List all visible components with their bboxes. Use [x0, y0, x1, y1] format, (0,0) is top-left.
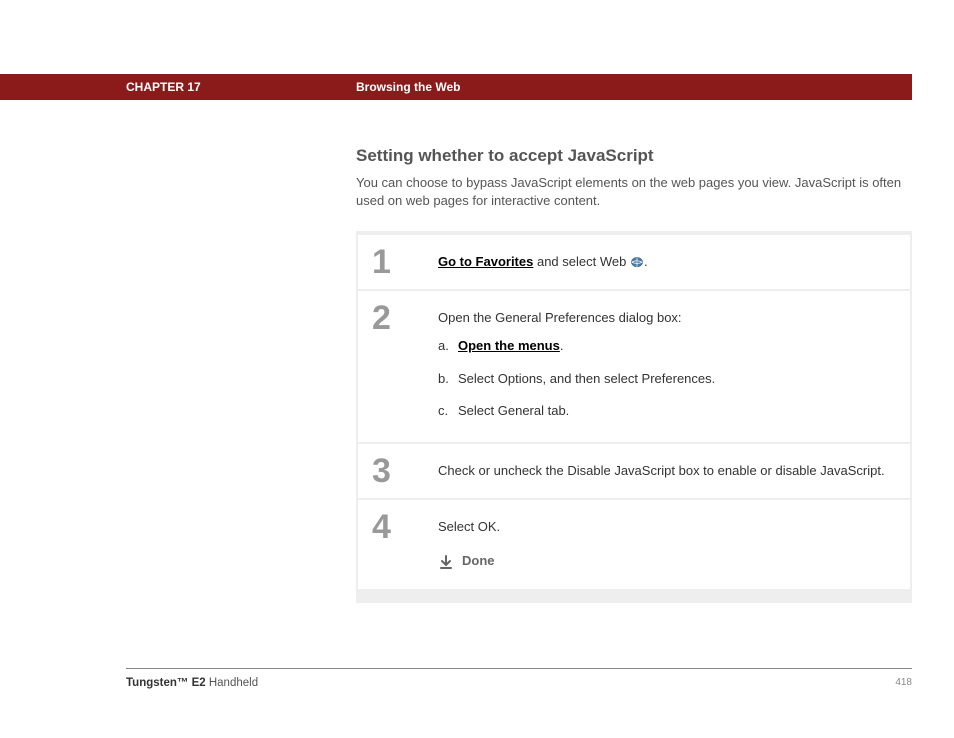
step-4: 4 Select OK. Done — [358, 500, 910, 588]
chapter-label: CHAPTER 17 — [126, 80, 201, 94]
substep-text: . — [560, 338, 564, 353]
step-text: Check or uncheck the Disable JavaScript … — [438, 463, 885, 478]
substep-a: a.Open the menus. — [438, 337, 890, 355]
step-text: Select OK. — [438, 518, 890, 536]
substep-list: a.Open the menus. b.Select Options, and … — [438, 337, 890, 420]
section-intro: You can choose to bypass JavaScript elem… — [356, 174, 912, 209]
step-text: and select Web — [533, 254, 630, 269]
step-3: 3 Check or uncheck the Disable JavaScrip… — [358, 444, 910, 498]
done-row: Done — [438, 552, 890, 570]
open-the-menus-link[interactable]: Open the menus — [458, 338, 560, 353]
step-number: 3 — [358, 444, 430, 498]
step-number: 1 — [358, 235, 430, 289]
breadcrumb: Browsing the Web — [356, 80, 460, 94]
content-area: Setting whether to accept JavaScript You… — [356, 146, 912, 603]
step-body: Open the General Preferences dialog box:… — [430, 291, 910, 442]
section-title: Setting whether to accept JavaScript — [356, 146, 912, 166]
step-body: Go to Favorites and select Web . — [430, 235, 910, 289]
substep-b: b.Select Options, and then select Prefer… — [438, 370, 890, 388]
step-body: Check or uncheck the Disable JavaScript … — [430, 444, 910, 498]
step-body: Select OK. Done — [430, 500, 910, 588]
step-1: 1 Go to Favorites and select Web . — [358, 235, 910, 289]
substep-text: Select Options, and then select Preferen… — [458, 371, 715, 386]
substep-letter: b. — [438, 370, 458, 388]
step-text-end: . — [644, 254, 648, 269]
substep-letter: c. — [438, 402, 458, 420]
go-to-favorites-link[interactable]: Go to Favorites — [438, 254, 533, 269]
step-number: 2 — [358, 291, 430, 442]
done-label: Done — [462, 552, 495, 570]
product-name: Tungsten™ E2 Handheld — [126, 677, 258, 689]
product-bold: Tungsten™ E2 — [126, 677, 206, 689]
product-rest: Handheld — [206, 677, 258, 689]
page-number: 418 — [895, 677, 912, 689]
substep-c: c.Select General tab. — [438, 402, 890, 420]
web-icon — [630, 255, 644, 267]
chapter-header: CHAPTER 17 Browsing the Web — [0, 74, 912, 100]
done-arrow-icon — [438, 554, 454, 570]
substep-text: Select General tab. — [458, 403, 569, 418]
step-number: 4 — [358, 500, 430, 588]
page-footer: Tungsten™ E2 Handheld 418 — [126, 668, 912, 689]
substep-letter: a. — [438, 337, 458, 355]
steps-container: 1 Go to Favorites and select Web . 2 Ope… — [356, 231, 912, 603]
step-lead: Open the General Preferences dialog box: — [438, 309, 890, 327]
step-2: 2 Open the General Preferences dialog bo… — [358, 291, 910, 442]
